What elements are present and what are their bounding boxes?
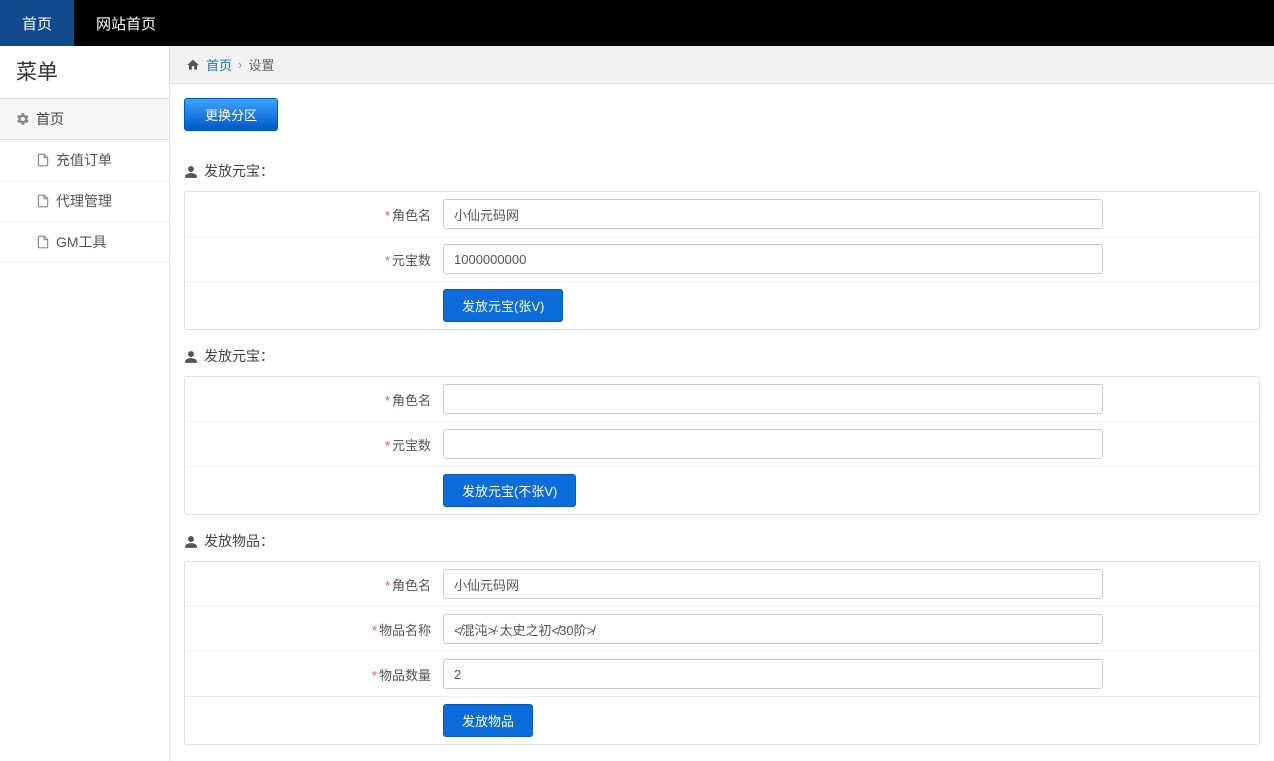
home-icon <box>186 57 200 73</box>
item-role-name-input[interactable] <box>443 569 1103 599</box>
gear-icon <box>16 112 30 126</box>
sidebar-item-label: 充值订单 <box>56 150 112 170</box>
sidebar-item-recharge-orders[interactable]: 充值订单 <box>0 140 169 181</box>
role-name-input-2[interactable] <box>443 384 1103 414</box>
sidebar: 菜单 首页 充值订单 代理管理 GM工具 <box>0 46 170 761</box>
grant-gold-nov-button[interactable]: 发放元宝(不张V) <box>443 474 576 507</box>
user-icon <box>184 348 198 364</box>
breadcrumb: 首页 › 设置 <box>170 46 1274 84</box>
item-name-input[interactable] <box>443 614 1103 644</box>
breadcrumb-current: 设置 <box>248 55 274 74</box>
section-title: 发放元宝： <box>204 161 274 181</box>
grant-item-button[interactable]: 发放物品 <box>443 704 533 737</box>
section-head-grant-gold-2: 发放元宝： <box>184 346 1260 366</box>
section-title: 发放物品： <box>204 531 274 551</box>
gold-amount-input[interactable] <box>443 244 1103 274</box>
field-label: 角色名 <box>392 208 431 223</box>
section-head-grant-gold-1: 发放元宝： <box>184 161 1260 181</box>
field-label: 物品数量 <box>379 668 431 683</box>
sidebar-item-label: GM工具 <box>56 232 107 252</box>
field-label: 元宝数 <box>392 253 431 268</box>
sidebar-item-label: 代理管理 <box>56 191 112 211</box>
field-label: 元宝数 <box>392 438 431 453</box>
sidebar-title: 菜单 <box>0 46 169 98</box>
user-icon <box>184 533 198 549</box>
breadcrumb-home-link[interactable]: 首页 <box>206 55 232 74</box>
role-name-input[interactable] <box>443 199 1103 229</box>
sidebar-group-label: 首页 <box>36 109 64 129</box>
content: 首页 › 设置 更换分区 发放元宝： *角色名 *元宝数 <box>170 46 1274 761</box>
field-label: 角色名 <box>392 578 431 593</box>
sidebar-group-home[interactable]: 首页 <box>0 98 169 140</box>
user-icon <box>184 163 198 179</box>
file-icon <box>36 194 50 208</box>
grant-gold-v-button[interactable]: 发放元宝(张V) <box>443 289 563 322</box>
tab-site-home[interactable]: 网站首页 <box>74 0 178 46</box>
breadcrumb-separator: › <box>238 57 242 72</box>
sidebar-item-gm-tools[interactable]: GM工具 <box>0 222 169 263</box>
switch-area-button[interactable]: 更换分区 <box>184 98 278 131</box>
section-title: 发放元宝： <box>204 346 274 366</box>
sidebar-item-agent-management[interactable]: 代理管理 <box>0 181 169 222</box>
section-head-grant-item: 发放物品： <box>184 531 1260 551</box>
top-nav: 首页 网站首页 <box>0 0 1274 46</box>
tab-home[interactable]: 首页 <box>0 0 74 46</box>
gold-amount-input-2[interactable] <box>443 429 1103 459</box>
item-quantity-input[interactable] <box>443 659 1103 689</box>
field-label: 物品名称 <box>379 623 431 638</box>
field-label: 角色名 <box>392 393 431 408</box>
file-icon <box>36 235 50 249</box>
file-icon <box>36 153 50 167</box>
